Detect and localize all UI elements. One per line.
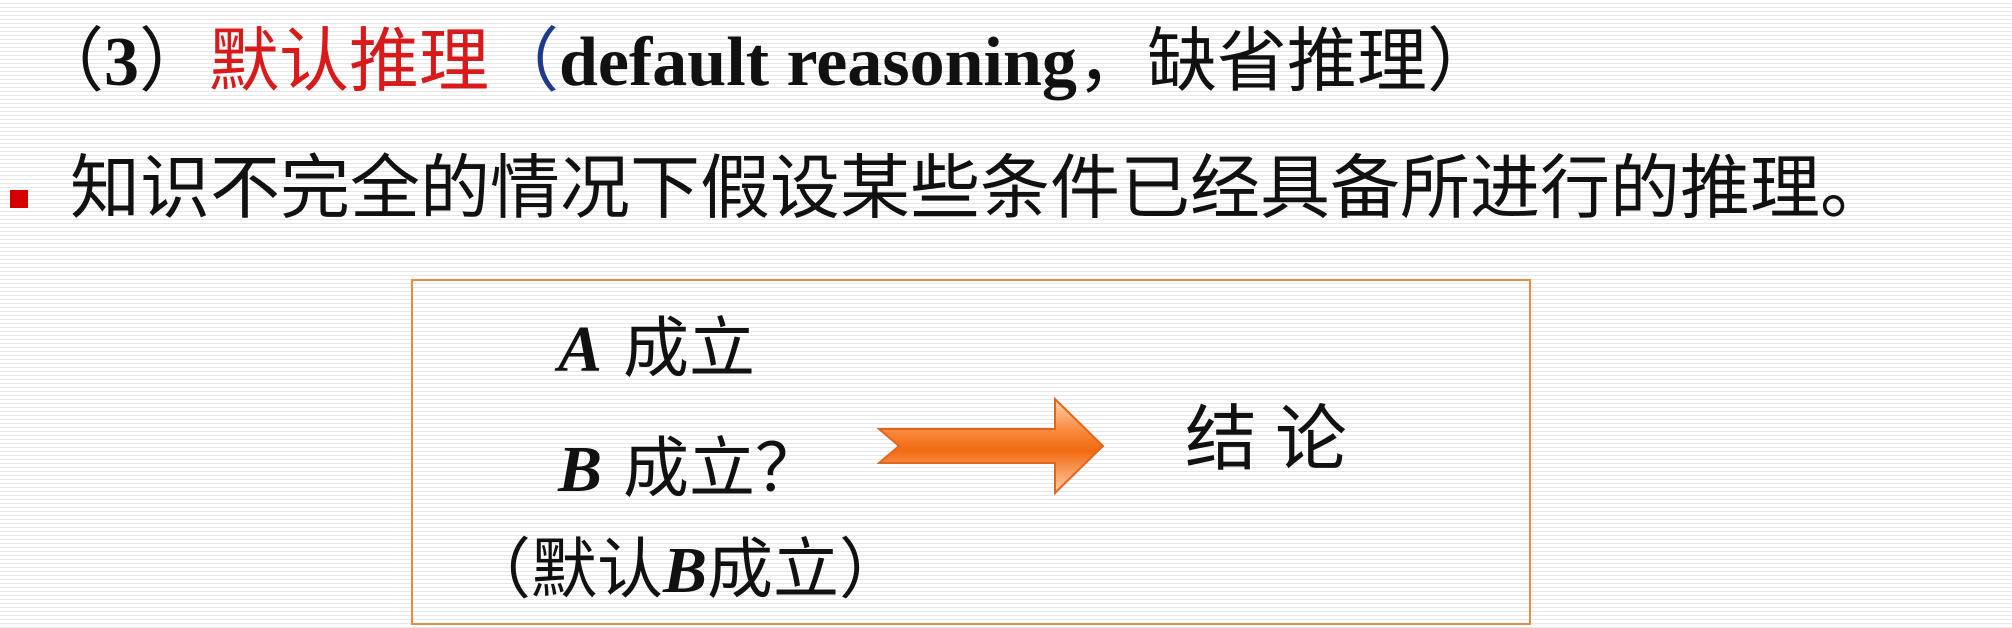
default-note-close: 成立）: [707, 531, 906, 608]
default-note-variable: B: [663, 534, 708, 607]
premise-a-text: 成立: [602, 310, 756, 387]
premise-a: A 成立: [558, 309, 755, 389]
premise-b-variable: B: [558, 433, 603, 506]
title-close-paren: ）: [139, 20, 209, 102]
slide-title: （3）默认推理（default reasoning，缺省推理）: [34, 18, 1497, 104]
title-blue-paren: （: [489, 20, 559, 102]
title-term-chinese: 默认推理: [209, 20, 489, 102]
title-number: 3: [104, 24, 139, 101]
default-note-open: （默认: [465, 531, 663, 608]
title-end-paren: ）: [1426, 20, 1497, 102]
title-term-english: default reasoning: [559, 24, 1077, 101]
conclusion-label: 结论: [1185, 397, 1366, 481]
premise-a-variable: A: [558, 313, 603, 386]
slide: （3）默认推理（default reasoning，缺省推理） 知识不完全的情况…: [0, 0, 2012, 628]
reasoning-diagram: A 成立 B 成立？ （默认B成立） 结论: [411, 279, 1531, 625]
bullet-square-icon: [10, 190, 28, 208]
bullet-text: 知识不完全的情况下假设某些条件已经具备所进行的推理。: [70, 147, 1890, 229]
title-alias: 缺省推理: [1146, 20, 1427, 102]
premise-b: B 成立？: [558, 429, 821, 509]
right-arrow-icon: [877, 397, 1105, 495]
premise-default-note: （默认B成立）: [465, 530, 905, 610]
premise-b-text: 成立？: [602, 430, 822, 507]
title-open-paren: （: [34, 20, 104, 102]
title-comma: ，: [1076, 20, 1147, 102]
bullet-item: 知识不完全的情况下假设某些条件已经具备所进行的推理。: [0, 146, 2012, 230]
